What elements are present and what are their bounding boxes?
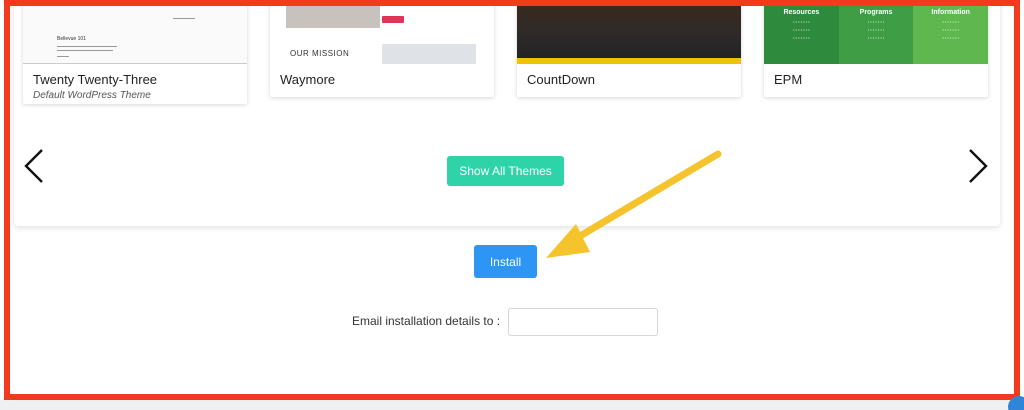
theme-name: EPM xyxy=(774,72,803,87)
theme-thumbnail: OUR MISSION xyxy=(270,0,494,64)
theme-name: CountDown xyxy=(527,72,595,87)
email-field[interactable] xyxy=(508,308,658,336)
callout-arrow-icon xyxy=(546,150,722,258)
thumbnail-mission: OUR MISSION xyxy=(290,49,350,58)
theme-card[interactable]: OUR MISSION Waymore xyxy=(270,0,494,97)
theme-carousel: Bellevue 101 Twenty Twenty-Three Default… xyxy=(14,0,1000,226)
theme-description: Default WordPress Theme xyxy=(33,90,151,101)
thumbnail-title: Bellevue 101 xyxy=(57,36,86,42)
theme-name: Twenty Twenty-Three xyxy=(33,72,158,87)
help-bubble-icon[interactable] xyxy=(1008,396,1024,410)
theme-card[interactable]: CountDown xyxy=(517,0,741,97)
theme-thumbnail: Resources • • • • • • • • • • • • • • • • … xyxy=(764,0,988,64)
theme-card[interactable]: Bellevue 101 Twenty Twenty-Three Default… xyxy=(23,0,247,104)
thumbnail-column: Programs xyxy=(859,9,893,16)
theme-name: Waymore xyxy=(280,72,336,87)
chevron-left-icon[interactable] xyxy=(22,148,48,184)
email-label: Email installation details to : xyxy=(352,314,501,328)
theme-thumbnail: Bellevue 101 xyxy=(23,0,247,64)
page-footer-strip xyxy=(0,400,1024,410)
chevron-right-icon[interactable] xyxy=(964,148,990,184)
theme-thumbnail xyxy=(517,0,741,64)
theme-card[interactable]: Resources • • • • • • • • • • • • • • • • … xyxy=(764,0,988,97)
thumbnail-column: Resources xyxy=(783,9,820,16)
thumbnail-column: Information xyxy=(931,9,970,16)
